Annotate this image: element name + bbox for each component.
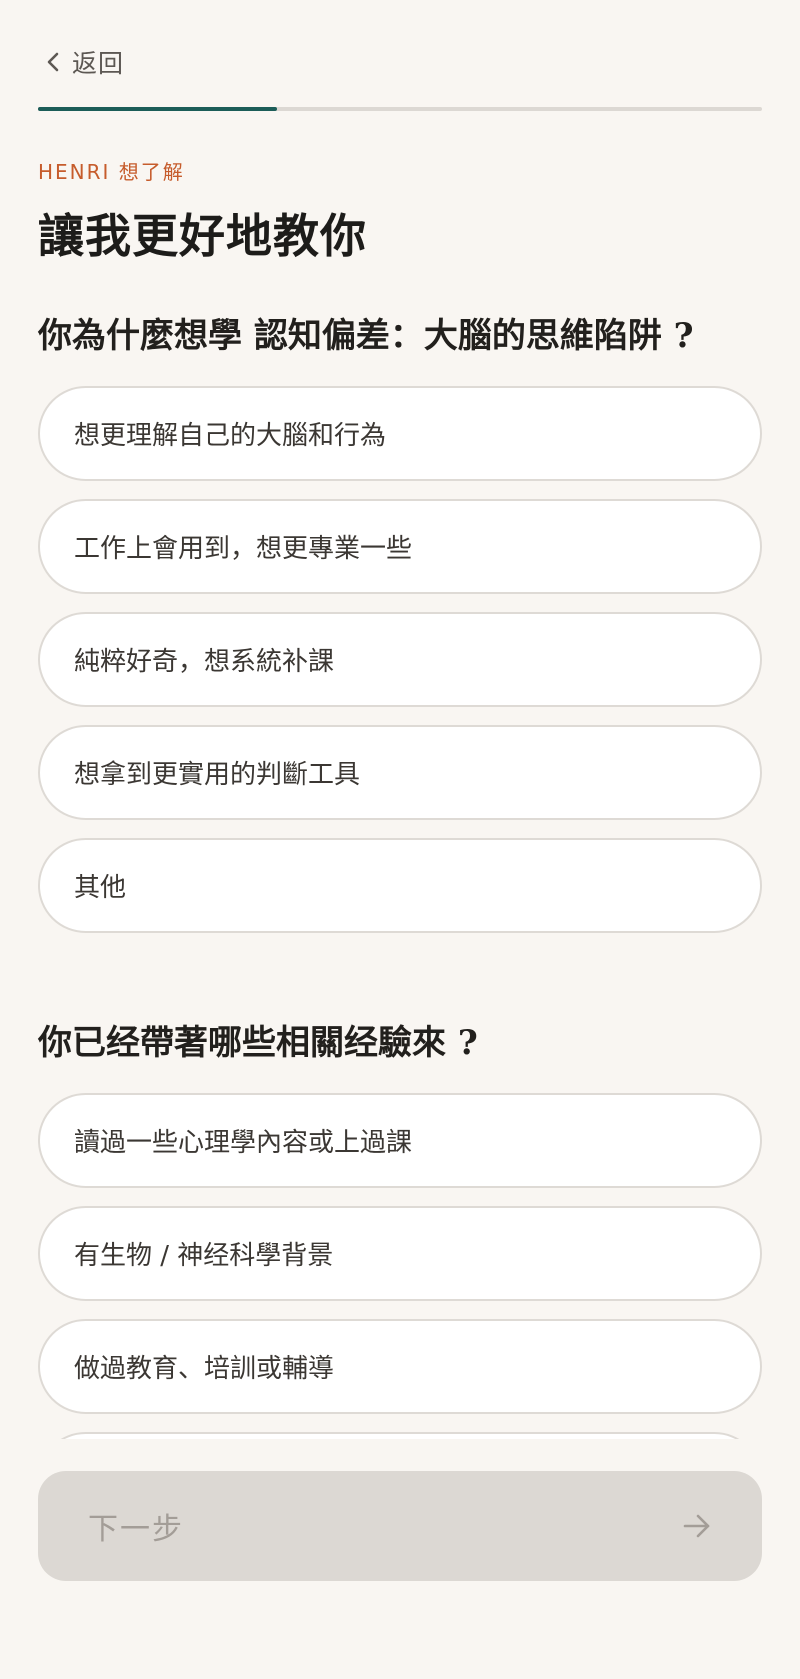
options-experience: 讀過一些心理學內容或上過課 有生物 / 神经科學背景 做過教育、培訓或輔導 bbox=[38, 1093, 762, 1439]
question-experience: 你已经帶著哪些相關经驗來 ? bbox=[38, 1023, 478, 1063]
eyebrow-label: HENRI 想了解 bbox=[38, 160, 185, 184]
option-experience-3[interactable]: 做過教育、培訓或輔導 bbox=[38, 1319, 762, 1414]
option-reason-3[interactable]: 純粹好奇，想系統补課 bbox=[38, 612, 762, 707]
option-experience-2[interactable]: 有生物 / 神经科學背景 bbox=[38, 1206, 762, 1301]
option-reason-2[interactable]: 工作上會用到，想更專業一些 bbox=[38, 499, 762, 594]
option-experience-partial[interactable] bbox=[38, 1432, 762, 1439]
option-experience-1[interactable]: 讀過一些心理學內容或上過課 bbox=[38, 1093, 762, 1188]
next-button[interactable]: 下一步 bbox=[38, 1471, 762, 1581]
arrow-right-icon bbox=[682, 1513, 712, 1539]
chevron-left-icon bbox=[44, 51, 62, 73]
option-reason-4[interactable]: 想拿到更實用的判斷工具 bbox=[38, 725, 762, 820]
page-title: 讓我更好地教你 bbox=[38, 209, 367, 263]
back-button[interactable]: 返回 bbox=[44, 42, 124, 82]
question-reason: 你為什麼想學 認知偏差：大腦的思維陷阱 ? bbox=[38, 316, 694, 356]
option-reason-5[interactable]: 其他 bbox=[38, 838, 762, 933]
next-label: 下一步 bbox=[88, 1512, 184, 1547]
option-reason-1[interactable]: 想更理解自己的大腦和行為 bbox=[38, 386, 762, 481]
options-reason: 想更理解自己的大腦和行為 工作上會用到，想更專業一些 純粹好奇，想系統补課 想拿… bbox=[38, 386, 762, 951]
back-label: 返回 bbox=[72, 49, 125, 78]
progress-bar bbox=[38, 107, 762, 111]
progress-fill bbox=[38, 107, 277, 111]
